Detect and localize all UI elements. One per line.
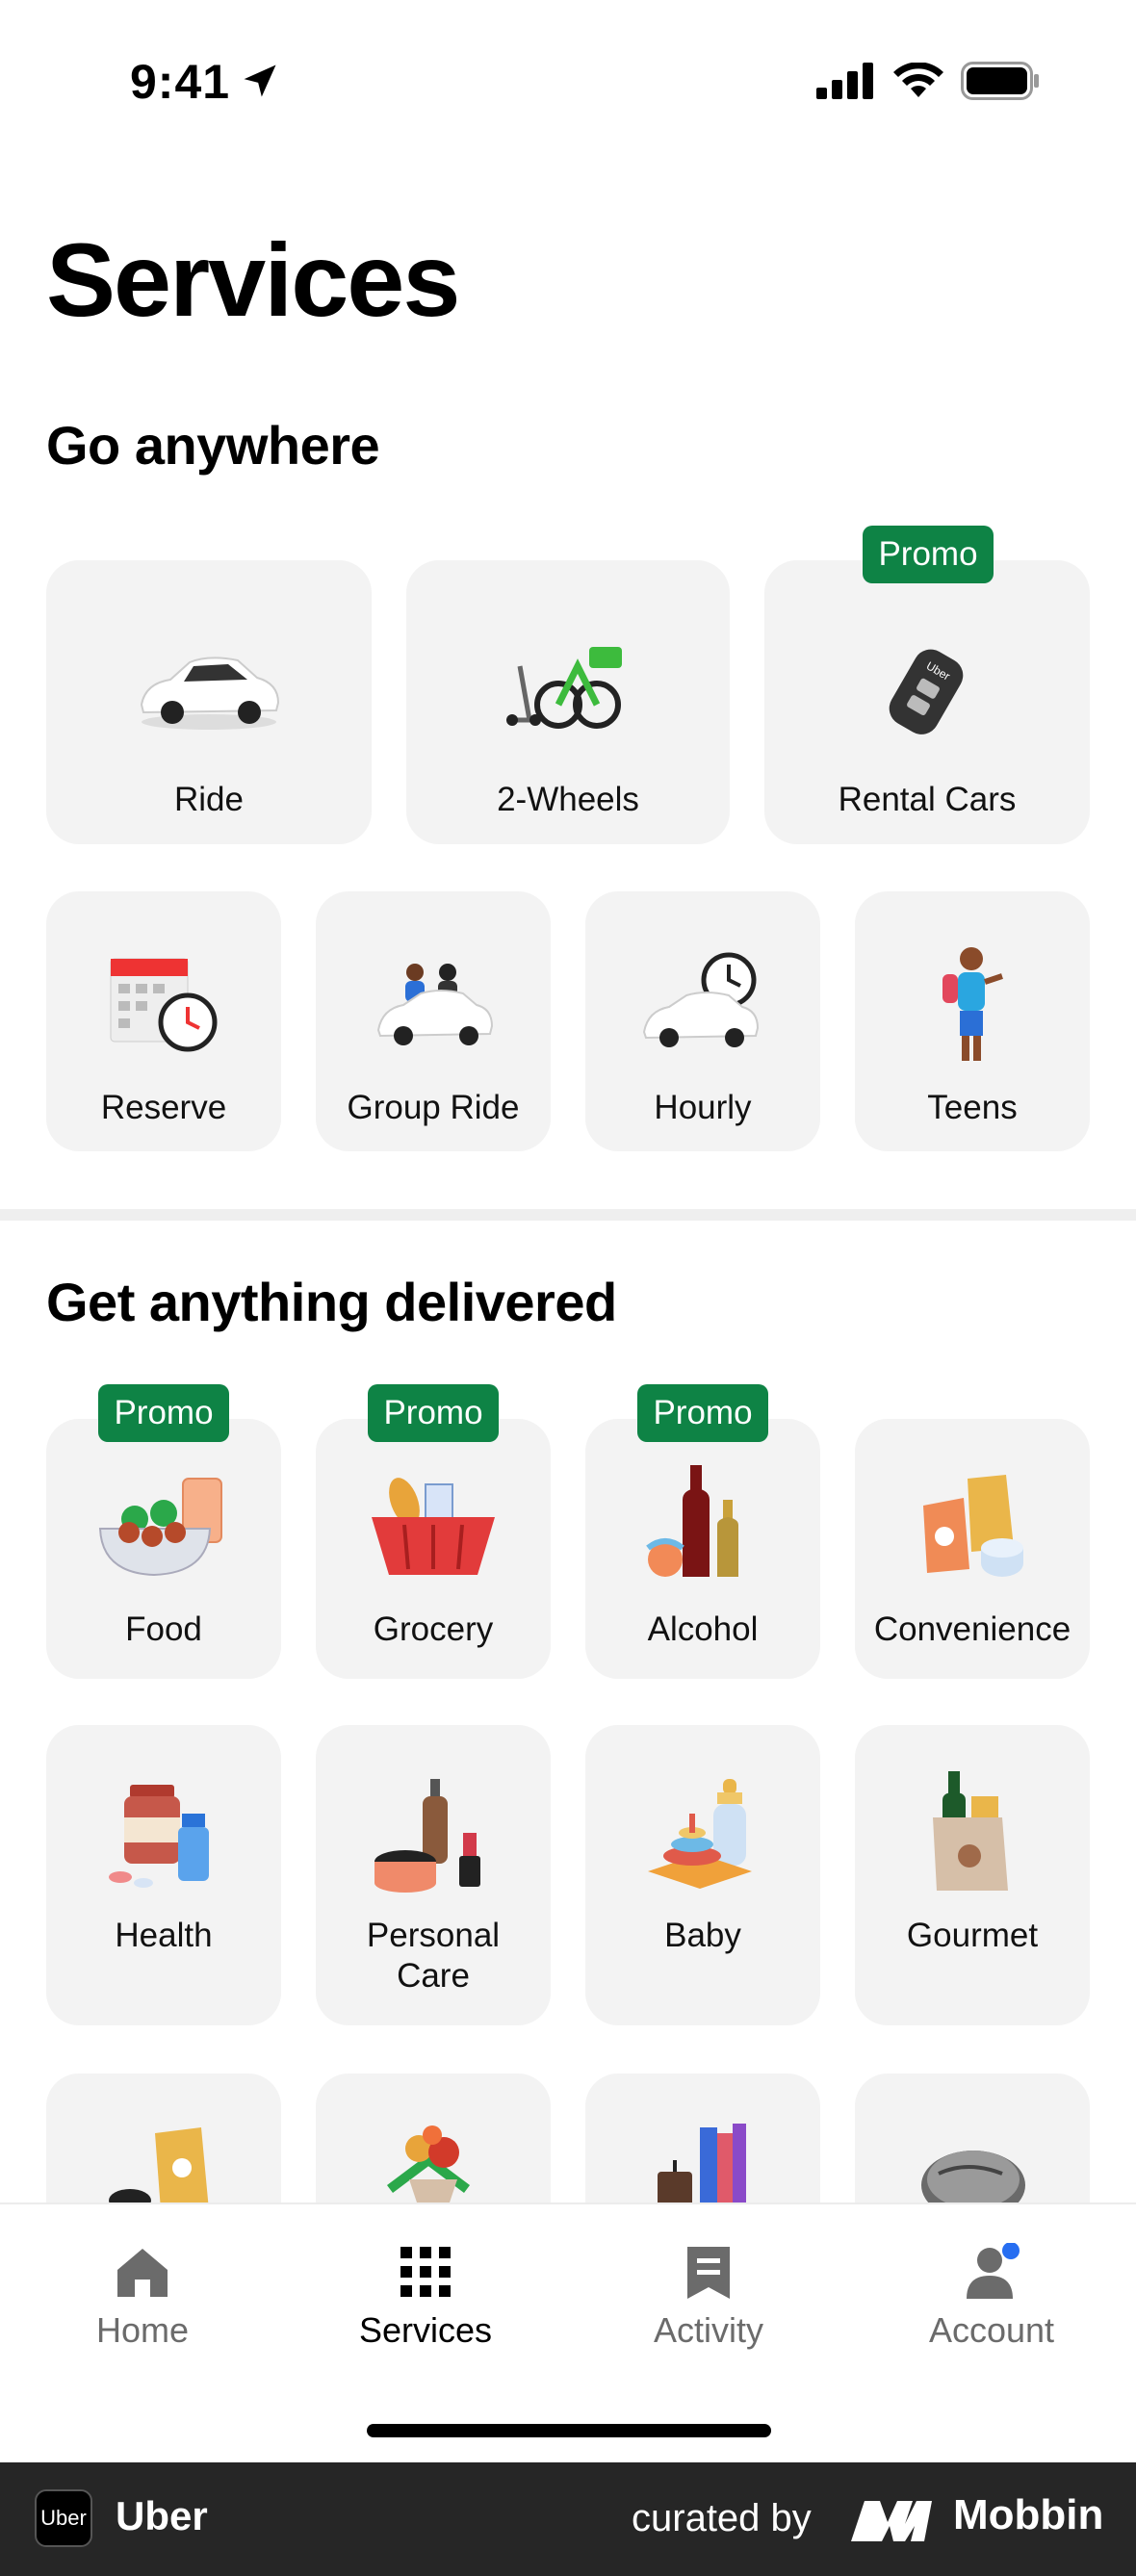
wifi-icon xyxy=(893,63,943,97)
service-tile-label-line2: Care xyxy=(397,1957,470,1995)
person-icon xyxy=(967,2243,1020,2299)
service-tile-reserve[interactable]: Reserve xyxy=(46,891,281,1151)
books-candle-icon xyxy=(658,2124,746,2208)
service-tile-label: Food xyxy=(125,1610,202,1648)
service-tile-label: Personal xyxy=(366,1917,501,1954)
section-title-get-anything-delivered: Get anything delivered xyxy=(46,1272,617,1332)
signal-icon xyxy=(816,63,873,99)
baby-bottle-icon xyxy=(648,1779,752,1889)
tab-home[interactable]: Home xyxy=(46,2243,239,2351)
service-tile-2-wheels[interactable]: 2-Wheels xyxy=(406,560,730,844)
service-tile-label: Teens xyxy=(927,1089,1018,1126)
footer-bar: Uber Uber curated by Mobbin xyxy=(0,2462,1136,2576)
receipt-icon xyxy=(687,2247,730,2299)
service-tile-label: Health xyxy=(115,1917,213,1954)
tab-label: Services xyxy=(358,2310,493,2350)
service-tile-label: Rental Cars xyxy=(838,781,1017,818)
tab-label: Account xyxy=(928,2310,1055,2350)
gourmet-bag-icon xyxy=(933,1771,1008,1891)
service-tile-group-ride[interactable]: Group Ride xyxy=(316,891,551,1151)
service-tile-baby[interactable]: Baby xyxy=(585,1725,820,2025)
service-tile-grocery[interactable]: Grocery xyxy=(316,1419,551,1679)
service-tile-convenience[interactable]: Convenience xyxy=(855,1419,1090,1679)
service-tile-label: Ride xyxy=(174,781,244,818)
page-title: Services xyxy=(46,221,460,338)
home-indicator xyxy=(367,2424,771,2437)
service-tile-personal-care[interactable]: Personal Care xyxy=(316,1725,551,2025)
group-car-icon xyxy=(376,964,494,1045)
flowers-icon xyxy=(387,2125,470,2208)
service-tile-alcohol[interactable]: Alcohol xyxy=(585,1419,820,1679)
car-key-icon: Uber xyxy=(889,649,964,734)
bike-scooter-icon xyxy=(506,647,622,729)
food-bowl-icon xyxy=(98,1478,222,1577)
location-arrow-icon xyxy=(244,64,276,97)
service-tile-teens[interactable]: Teens xyxy=(855,891,1090,1151)
tab-services[interactable]: Services xyxy=(329,2243,522,2351)
service-tile-hourly[interactable]: Hourly xyxy=(585,891,820,1151)
grocery-basket-icon xyxy=(372,1478,495,1575)
service-tile-label: 2-Wheels xyxy=(497,781,639,818)
computer-mouse-icon xyxy=(921,2151,1025,2208)
service-tile-label: Baby xyxy=(664,1917,741,1954)
home-icon xyxy=(117,2249,168,2297)
car-icon xyxy=(140,657,280,730)
service-tile-label: Gourmet xyxy=(906,1917,1039,1954)
curated-by-text: curated by xyxy=(632,2497,812,2539)
medicine-bottle-icon xyxy=(109,1785,209,1888)
tab-label: Activity xyxy=(653,2310,763,2350)
promo-badge: Promo xyxy=(98,1384,229,1442)
convenience-bag-icon xyxy=(923,1475,1023,1577)
service-tile-food[interactable]: Food xyxy=(46,1419,281,1679)
service-tile-label: Grocery xyxy=(373,1610,494,1648)
status-indicators xyxy=(816,62,1040,100)
service-tile-label: Hourly xyxy=(654,1089,752,1126)
promo-badge: Promo xyxy=(863,526,994,583)
tab-activity[interactable]: Activity xyxy=(612,2243,805,2351)
tab-account[interactable]: Account xyxy=(895,2243,1088,2351)
battery-icon xyxy=(961,62,1039,100)
service-tile-rental-cars[interactable]: Uber Rental Cars xyxy=(764,560,1090,844)
service-tile-label: Group Ride xyxy=(347,1089,520,1126)
calendar-clock-icon xyxy=(110,958,218,1052)
mobbin-logo-icon xyxy=(851,2501,932,2541)
grid-icon xyxy=(400,2247,451,2297)
tab-label: Home xyxy=(95,2310,190,2350)
bottom-tab-bar: Home Services Activity Account xyxy=(0,2202,1136,2462)
section-title-go-anywhere: Go anywhere xyxy=(46,415,380,476)
promo-badge: Promo xyxy=(368,1384,499,1442)
service-tile-gourmet[interactable]: Gourmet xyxy=(855,1725,1090,2025)
teen-person-icon xyxy=(942,947,1003,1061)
service-tile-label: Reserve xyxy=(100,1089,227,1126)
section-divider xyxy=(0,1209,1136,1221)
app-logo: Uber xyxy=(35,2489,92,2547)
service-tile-health[interactable]: Health xyxy=(46,1725,281,2025)
mobbin-brand: Mobbin xyxy=(953,2491,1104,2538)
cosmetics-icon xyxy=(374,1779,480,1893)
service-tile-label: Convenience xyxy=(873,1610,1071,1648)
service-tile-label: Alcohol xyxy=(647,1610,759,1648)
status-time: 9:41 xyxy=(130,55,231,109)
service-tile-ride[interactable]: Ride xyxy=(46,560,372,844)
promo-badge: Promo xyxy=(637,1384,768,1442)
status-bar: 9:41 xyxy=(0,0,1136,164)
app-name: Uber xyxy=(116,2493,208,2538)
wine-bottle-icon xyxy=(646,1465,738,1577)
car-clock-icon xyxy=(642,952,760,1047)
notification-dot xyxy=(1002,2243,1020,2259)
pet-food-bag-icon xyxy=(109,2127,209,2210)
